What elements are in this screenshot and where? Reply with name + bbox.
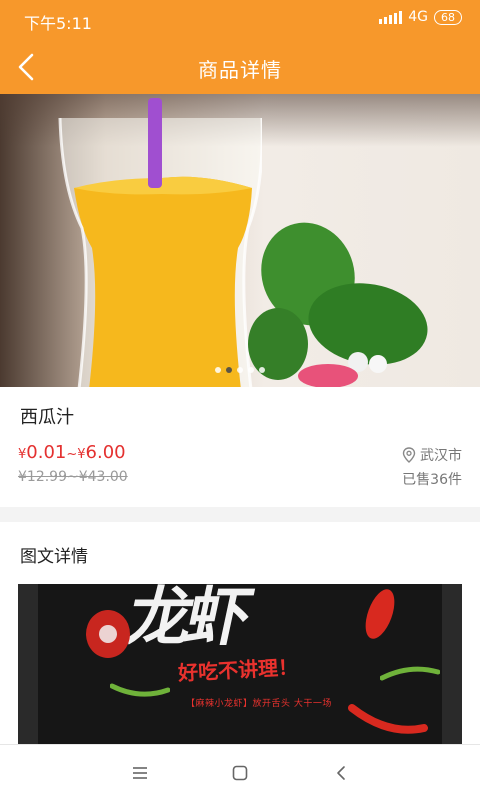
product-info-card: 西瓜汁 ¥0.01~¥6.00 ¥12.99~¥43.00 武汉市 已售36件 [0, 387, 480, 507]
system-navigation-bar [0, 744, 480, 800]
poster-brush-text: 龙虾 [120, 584, 253, 655]
red-chili-icon [348, 704, 428, 734]
green-chili-icon [110, 683, 170, 697]
carousel-indicator [0, 367, 480, 373]
chili-pepper-icon [86, 610, 130, 658]
currency-symbol: ¥ [77, 447, 86, 462]
red-chili-icon [365, 589, 395, 639]
network-type: 4G [408, 9, 428, 25]
carousel-dot[interactable] [248, 367, 254, 373]
product-name: 西瓜汁 [20, 407, 74, 428]
product-location: 武汉市 [402, 445, 462, 465]
price-max: 6.00 [85, 442, 126, 463]
navigation-bar: 商品详情 [0, 40, 480, 94]
product-image-carousel[interactable] [0, 94, 480, 387]
status-time: 下午5:11 [24, 14, 92, 33]
product-price: ¥0.01~¥6.00 [18, 442, 126, 463]
poster-subtitle: 【麻辣小龙虾】放开舌头 大干一场 [186, 699, 332, 709]
leaf-decoration [248, 222, 428, 387]
location-text: 武汉市 [420, 448, 462, 464]
status-indicators: 4G 68 [379, 9, 462, 25]
location-pin-icon [402, 447, 416, 463]
battery-icon: 68 [434, 9, 462, 25]
detail-poster-image[interactable]: 龙虾 好吃不讲理！ 【麻辣小龙虾】放开舌头 大干一场 [18, 584, 462, 744]
page-title: 商品详情 [198, 58, 282, 82]
juice-glass-image [58, 98, 262, 387]
carousel-dot-active[interactable] [226, 367, 232, 373]
menu-button[interactable] [127, 761, 153, 785]
signal-icon [379, 10, 403, 24]
menu-icon [133, 767, 147, 779]
detail-section-title: 图文详情 [20, 547, 88, 567]
original-price: ¥12.99~¥43.00 [18, 469, 128, 485]
status-bar: 下午5:11 4G 68 [0, 0, 480, 40]
price-separator: ~ [66, 447, 78, 462]
home-button[interactable] [227, 761, 253, 785]
home-square-icon [232, 765, 248, 781]
carousel-dot[interactable] [215, 367, 221, 373]
detail-section: 图文详情 龙虾 好吃不讲理！ 【麻辣小龙虾】放开舌头 大干一场 [0, 522, 480, 744]
back-triangle-icon [337, 766, 345, 780]
carousel-dot[interactable] [259, 367, 265, 373]
carousel-dot[interactable] [237, 367, 243, 373]
sold-count: 已售36件 [402, 472, 462, 488]
system-back-button[interactable] [328, 761, 354, 785]
green-chili-icon [380, 666, 440, 681]
price-min: 0.01 [26, 442, 67, 463]
